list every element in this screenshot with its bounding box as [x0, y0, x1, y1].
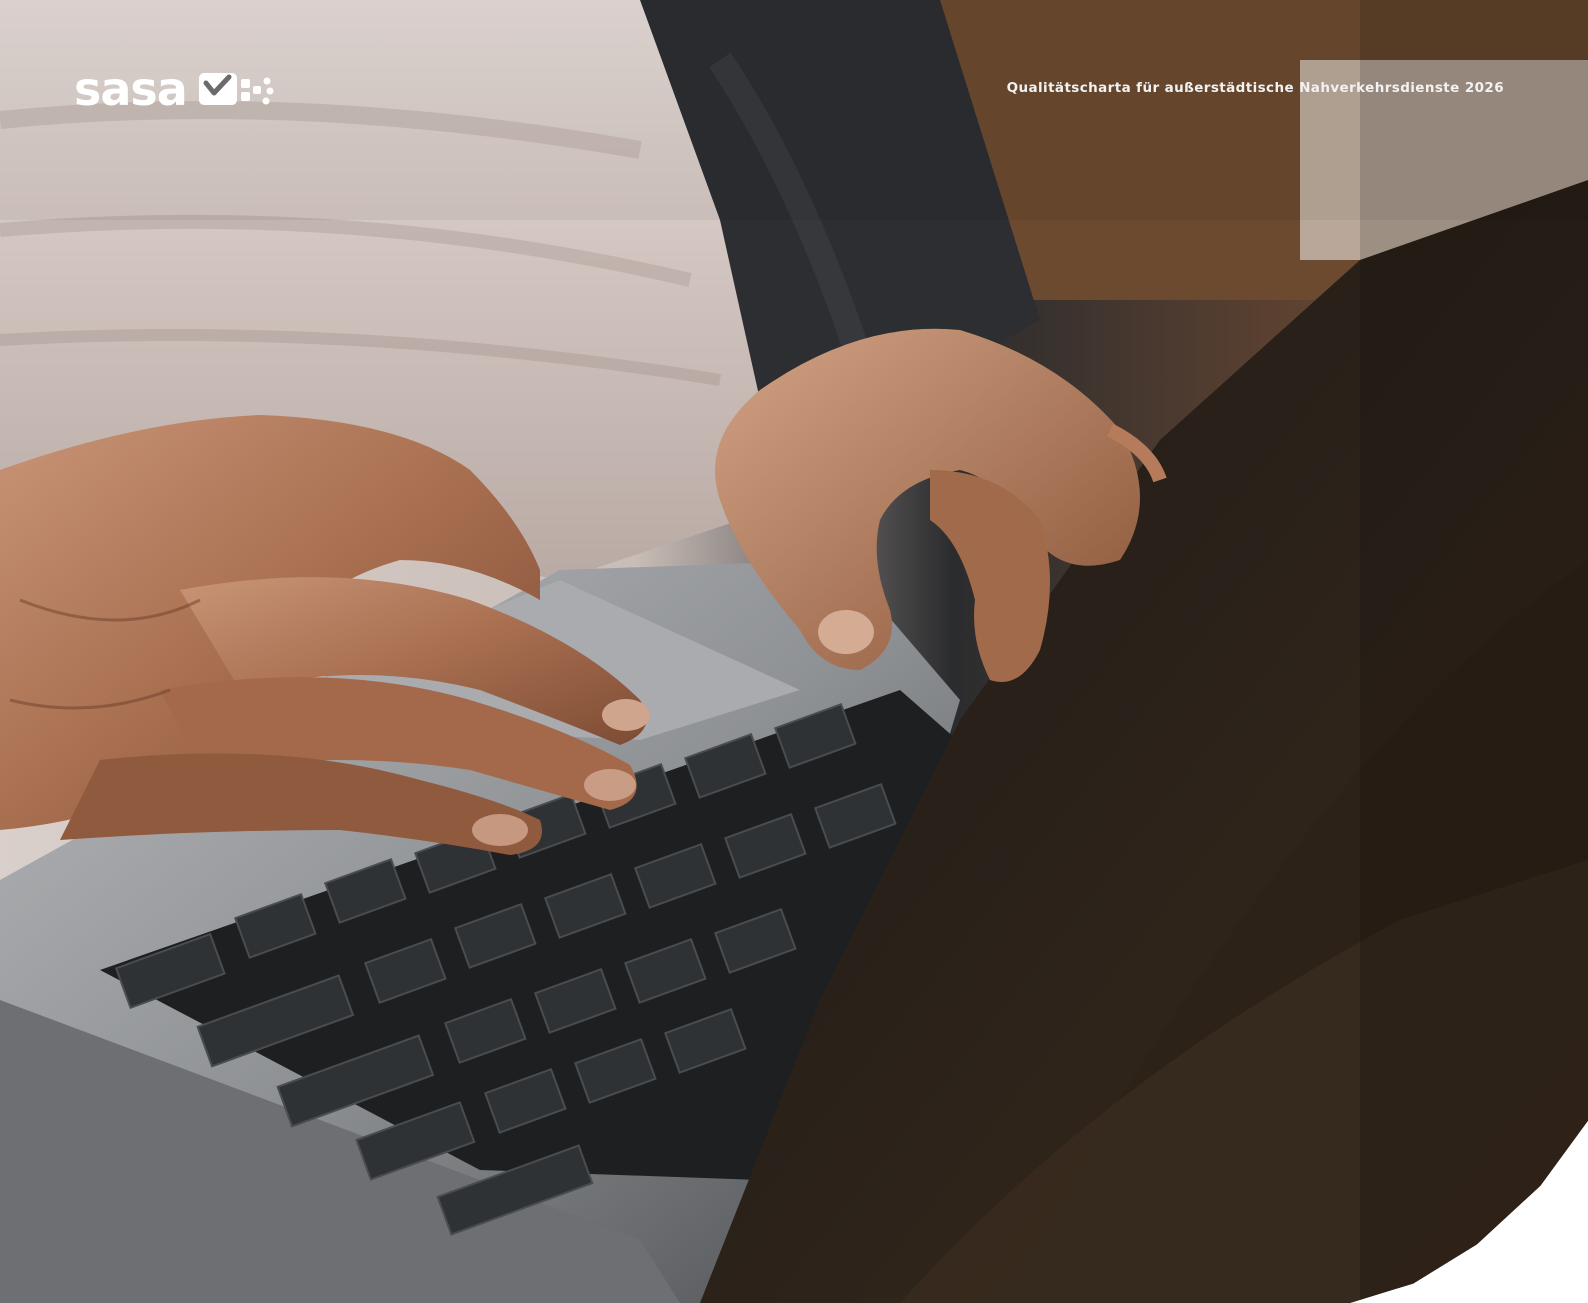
cover-photo [0, 0, 1588, 1303]
laptop-typing-illustration [0, 0, 1588, 1303]
logo-wordmark: sasa [74, 62, 188, 116]
cover-page: sasa Qualitätscharta für außerstädtische… [0, 0, 1588, 1303]
sasa-mark-icon [197, 69, 277, 109]
sasa-logo: sasa [74, 66, 277, 112]
document-title: Qualitätscharta für außerstädtische Nahv… [1006, 80, 1504, 96]
